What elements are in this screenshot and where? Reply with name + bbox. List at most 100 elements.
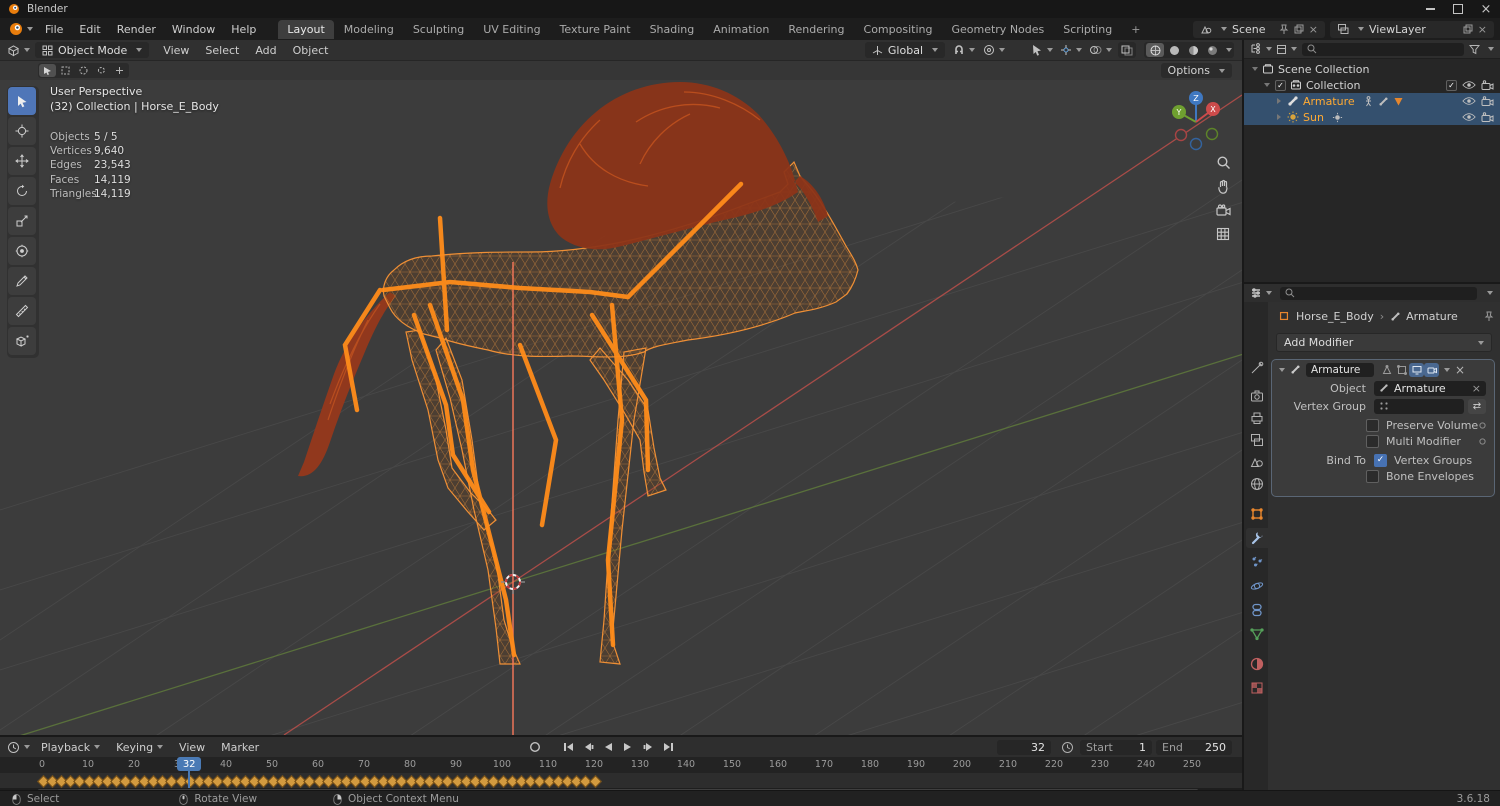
vertex-groups-checkbox[interactable]: ✓: [1374, 453, 1387, 467]
modifier-extras-menu[interactable]: [1444, 367, 1450, 372]
decorator-dot-icon[interactable]: [1479, 437, 1486, 445]
zoom-button[interactable]: [1212, 150, 1234, 174]
select-mode-box[interactable]: [57, 64, 74, 77]
show-render-toggle[interactable]: [1424, 362, 1439, 377]
preserve-volume-checkbox[interactable]: [1366, 418, 1379, 432]
show-realtime-toggle[interactable]: [1409, 362, 1424, 377]
tab-modifiers[interactable]: [1246, 528, 1268, 548]
menu-add[interactable]: Add: [247, 44, 284, 57]
expand-icon[interactable]: [1252, 67, 1258, 71]
expand-icon[interactable]: [1264, 83, 1270, 87]
tool-select-box[interactable]: [8, 87, 36, 115]
auto-keyframe-toggle[interactable]: [525, 739, 545, 755]
camera-render-icon[interactable]: [1481, 111, 1494, 123]
outliner-search[interactable]: [1302, 42, 1464, 56]
add-modifier-button[interactable]: Add Modifier: [1276, 333, 1492, 352]
outliner-row-collection[interactable]: ✓ Collection ✓: [1244, 77, 1500, 93]
tool-annotate[interactable]: [8, 267, 36, 295]
tab-object[interactable]: [1246, 504, 1268, 524]
tool-scale[interactable]: [8, 207, 36, 235]
properties-search[interactable]: [1280, 286, 1477, 300]
menu-view[interactable]: View: [155, 44, 197, 57]
minimize-button[interactable]: [1416, 0, 1444, 18]
shading-rendered-button[interactable]: [1203, 43, 1221, 57]
pin-icon[interactable]: [1279, 24, 1289, 35]
tab-scripting[interactable]: Scripting: [1054, 20, 1121, 39]
viewlayer-selector[interactable]: ViewLayer ×: [1330, 20, 1494, 38]
expand-icon[interactable]: [1277, 98, 1281, 104]
editor-type-button[interactable]: [0, 44, 33, 57]
menu-keying[interactable]: Keying: [108, 741, 171, 754]
tab-view-layer[interactable]: [1246, 430, 1268, 450]
collapse-icon[interactable]: [1279, 367, 1285, 372]
outliner-row-armature[interactable]: Armature: [1244, 93, 1500, 109]
current-frame-field[interactable]: 32: [997, 739, 1051, 755]
tool-move[interactable]: [8, 147, 36, 175]
playhead-frame-badge[interactable]: 32: [177, 757, 202, 771]
object-picker[interactable]: Armature ×: [1374, 380, 1486, 396]
jump-end-button[interactable]: [659, 739, 677, 755]
overlays-dropdown[interactable]: [1089, 44, 1112, 56]
menu-marker[interactable]: Marker: [213, 741, 267, 754]
outliner-display-mode[interactable]: [1276, 44, 1297, 55]
shading-solid-button[interactable]: [1165, 43, 1183, 57]
menu-timeline-view[interactable]: View: [171, 741, 213, 754]
options-dropdown[interactable]: Options: [1160, 63, 1232, 78]
tab-compositing[interactable]: Compositing: [855, 20, 942, 39]
menu-playback[interactable]: Playback: [33, 741, 108, 754]
tab-render[interactable]: [1246, 386, 1268, 406]
collection-enable-checkbox[interactable]: ✓: [1275, 79, 1286, 91]
vertex-group-picker[interactable]: [1374, 398, 1464, 414]
frame-start-field[interactable]: Start 1: [1080, 739, 1152, 755]
decorator-dot-icon[interactable]: [1479, 421, 1486, 429]
new-scene-icon[interactable]: [1294, 24, 1304, 34]
blender-menu-button[interactable]: [0, 22, 37, 36]
breadcrumb-context[interactable]: Armature: [1406, 310, 1458, 323]
expand-icon[interactable]: [1277, 114, 1281, 120]
tab-texture[interactable]: [1246, 678, 1268, 698]
outliner-editor-type-button[interactable]: [1244, 43, 1274, 55]
tab-modeling[interactable]: Modeling: [335, 20, 403, 39]
maximize-button[interactable]: [1444, 0, 1472, 18]
select-mode-extend[interactable]: [111, 64, 128, 77]
outliner-row-scene-collection[interactable]: Scene Collection: [1244, 61, 1500, 77]
bone-envelopes-checkbox[interactable]: [1366, 469, 1379, 483]
tab-physics[interactable]: [1246, 576, 1268, 596]
select-mode-lasso[interactable]: [93, 64, 110, 77]
proportional-edit-toggle[interactable]: [983, 44, 1005, 56]
tab-object-data[interactable]: [1246, 624, 1268, 644]
scene-selector[interactable]: Scene ×: [1193, 20, 1325, 38]
outliner-row-sun[interactable]: Sun: [1244, 109, 1500, 125]
eye-icon[interactable]: [1462, 80, 1476, 90]
new-viewlayer-icon[interactable]: [1463, 24, 1473, 34]
properties-editor-type-button[interactable]: [1244, 287, 1274, 299]
play-reverse-button[interactable]: [599, 739, 617, 755]
unlink-scene-button[interactable]: ×: [1309, 23, 1318, 36]
tab-scene[interactable]: [1246, 452, 1268, 472]
sync-clock-icon[interactable]: [1061, 741, 1074, 754]
shading-wireframe-button[interactable]: [1146, 43, 1164, 57]
tool-rotate[interactable]: [8, 177, 36, 205]
menu-object[interactable]: Object: [285, 44, 337, 57]
tab-material[interactable]: [1246, 654, 1268, 674]
eye-icon[interactable]: [1462, 112, 1476, 122]
tab-constraints[interactable]: [1246, 600, 1268, 620]
object-visibility-dropdown[interactable]: [1031, 44, 1053, 56]
shading-material-button[interactable]: [1184, 43, 1202, 57]
invert-vertex-group-button[interactable]: ⇄: [1468, 398, 1486, 414]
pan-button[interactable]: [1212, 174, 1234, 198]
tab-world[interactable]: [1246, 474, 1268, 494]
keyframe-track[interactable]: [0, 773, 1242, 788]
collection-exclude-checkbox[interactable]: ✓: [1446, 79, 1457, 91]
camera-view-button[interactable]: [1212, 198, 1234, 222]
remove-viewlayer-button[interactable]: ×: [1478, 23, 1487, 36]
camera-render-icon[interactable]: [1481, 95, 1494, 107]
tool-measure[interactable]: [8, 297, 36, 325]
filter-icon[interactable]: [1469, 44, 1480, 55]
snap-toggle[interactable]: [953, 44, 975, 56]
breadcrumb-object[interactable]: Horse_E_Body: [1296, 310, 1374, 323]
tool-cursor[interactable]: [8, 117, 36, 145]
tab-shading[interactable]: Shading: [641, 20, 704, 39]
orientation-selector[interactable]: Global: [864, 42, 945, 58]
eye-icon[interactable]: [1462, 96, 1476, 106]
